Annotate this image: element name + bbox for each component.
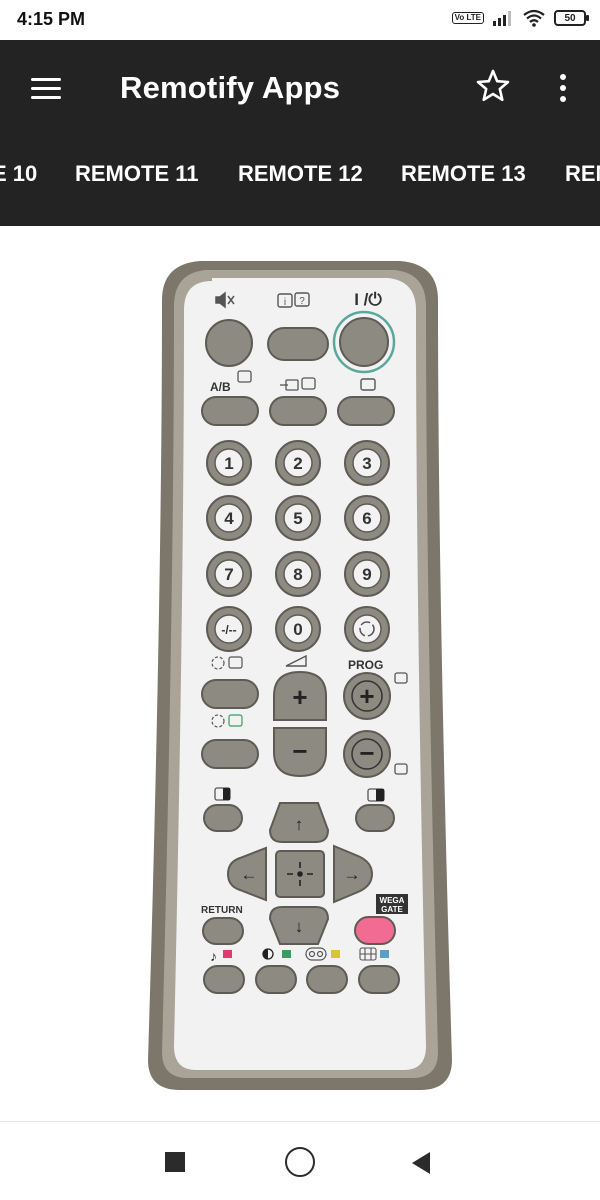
menu-icon[interactable] (28, 70, 64, 106)
dash-button[interactable]: -/-- (206, 606, 252, 652)
music-icon: ♪ (210, 948, 217, 964)
tab-remote-12[interactable]: REMOTE 12 (238, 161, 363, 187)
digit-label-1: 1 (224, 454, 233, 473)
dpad-right-label: → (344, 865, 361, 884)
color-key-red-button[interactable] (203, 965, 245, 994)
color-key-yellow-button[interactable] (306, 965, 348, 994)
system-nav-bar (0, 1122, 600, 1200)
digit-button-1[interactable]: 1 (206, 440, 252, 486)
jump-button[interactable] (344, 606, 390, 652)
gate-label: GATE (381, 905, 403, 914)
digit-label-9: 9 (362, 565, 371, 584)
return-label: RETURN (201, 905, 243, 916)
picture-mode-button[interactable] (203, 804, 243, 832)
ab-label: A/B (210, 380, 231, 394)
app-title: Remotify Apps (120, 70, 341, 105)
tab-remote-13[interactable]: REMOTE 13 (401, 161, 526, 187)
yellow-key-indicator (331, 950, 340, 958)
digit-button-4[interactable]: 4 (206, 495, 252, 541)
svg-text:?: ? (299, 296, 305, 307)
prog-up-label: + (359, 681, 374, 711)
volume-up-label: + (292, 682, 307, 712)
power-label: I /⏻ (354, 290, 382, 309)
battery-icon: 50 (554, 10, 589, 26)
input-button[interactable] (269, 396, 327, 426)
screen-button[interactable] (337, 396, 395, 426)
digit-button-9[interactable]: 9 (344, 551, 390, 597)
tab-remote-11[interactable]: REMOTE 11 (75, 161, 198, 187)
dpad-up-label: ↑ (295, 815, 304, 834)
star-icon[interactable] (475, 68, 511, 104)
digit-button-5[interactable]: 5 (275, 495, 321, 541)
red-key-indicator (223, 950, 232, 958)
sound-mode-button[interactable] (355, 804, 395, 832)
more-vert-icon[interactable] (550, 70, 576, 106)
back-triangle-icon[interactable] (400, 1144, 440, 1180)
timer-button[interactable] (201, 679, 259, 709)
svg-text:i: i (284, 297, 286, 308)
home-circle-icon[interactable] (280, 1144, 320, 1180)
signal-icon (493, 11, 511, 26)
digit-label-5: 5 (293, 509, 302, 528)
digit-button-6[interactable]: 6 (344, 495, 390, 541)
text-button[interactable] (201, 739, 259, 769)
digit-button-0[interactable]: 0 (275, 606, 321, 652)
wifi-icon (523, 9, 545, 27)
dpad-down-label: ↓ (295, 917, 304, 936)
status-icons: Vo LTE 50 (451, 9, 589, 27)
digit-label-6: 6 (362, 509, 371, 528)
digit-button-2[interactable]: 2 (275, 440, 321, 486)
ab-button[interactable] (201, 396, 259, 426)
wega-label: WEGA (380, 896, 405, 905)
dash-label: -/-- (221, 623, 236, 637)
digit-label-0: 0 (293, 620, 302, 639)
remote-tabs: E 10 REMOTE 11 REMOTE 12 REMOTE 13 REM (0, 145, 600, 205)
digit-label-7: 7 (224, 565, 233, 584)
prog-down-label: − (359, 738, 374, 768)
remote-control: i ? I /⏻ A/B 1 2 3 4 5 6 7 8 9 -/-- 0 PR… (148, 261, 452, 1090)
digit-label-2: 2 (293, 454, 302, 473)
color-key-green-button[interactable] (255, 965, 297, 994)
wega-gate-button[interactable] (354, 916, 396, 945)
power-button[interactable] (339, 317, 389, 367)
info-button[interactable] (267, 327, 329, 361)
remote-area: i ? I /⏻ A/B 1 2 3 4 5 6 7 8 9 -/-- 0 PR… (0, 226, 600, 1121)
digit-button-8[interactable]: 8 (275, 551, 321, 597)
status-bar: 4:15 PM Vo LTE 50 (0, 0, 600, 40)
green-key-indicator (282, 950, 291, 958)
prog-label: PROG (348, 658, 383, 672)
status-time: 4:15 PM (17, 9, 86, 29)
tab-remote-14[interactable]: REM (565, 161, 600, 187)
volume-down-label: − (292, 736, 307, 766)
mute-button[interactable] (205, 319, 253, 367)
digit-label-4: 4 (224, 509, 234, 528)
dpad-left-label: ← (241, 865, 258, 884)
digit-button-3[interactable]: 3 (344, 440, 390, 486)
return-button[interactable] (202, 917, 244, 945)
digit-label-3: 3 (362, 454, 371, 473)
tab-remote-10[interactable]: E 10 (0, 161, 37, 187)
digit-button-7[interactable]: 7 (206, 551, 252, 597)
blue-key-indicator (380, 950, 389, 958)
color-key-blue-button[interactable] (358, 965, 400, 994)
recents-square-icon[interactable] (155, 1144, 195, 1180)
digit-label-8: 8 (293, 565, 302, 584)
volte-icon: Vo LTE (451, 12, 484, 24)
app-bar: Remotify Apps E 10 REMOTE 11 REMOTE 12 R… (0, 40, 600, 226)
